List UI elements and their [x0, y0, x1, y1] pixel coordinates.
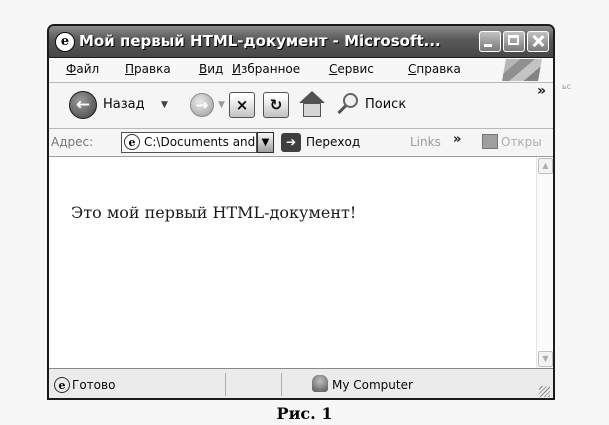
- menu-view[interactable]: Вид: [199, 62, 223, 76]
- back-dropdown-arrow-icon[interactable]: ▼: [161, 100, 168, 110]
- status-text: Готово: [72, 378, 116, 392]
- status-divider: [281, 373, 282, 396]
- stop-icon[interactable]: ×: [229, 92, 255, 118]
- status-page-icon: e: [54, 377, 70, 393]
- menu-file[interactable]: Файл: [66, 62, 99, 76]
- links-chevron-icon[interactable]: »: [453, 132, 461, 147]
- browser-window: e Мой первый HTML-документ - Microsoft..…: [47, 24, 555, 400]
- menu-favorites[interactable]: Избранное: [232, 62, 300, 76]
- search-icon[interactable]: [335, 93, 361, 119]
- back-arrow-icon[interactable]: ←: [69, 91, 97, 119]
- go-button-label[interactable]: Переход: [306, 135, 360, 149]
- windows-flag-icon: [502, 59, 542, 81]
- maximize-button[interactable]: [503, 31, 525, 52]
- title-bar[interactable]: e Мой первый HTML-документ - Microsoft..…: [49, 26, 553, 58]
- minimize-button[interactable]: [479, 31, 501, 52]
- home-icon[interactable]: [298, 91, 326, 119]
- toolbar-overflow-chevron[interactable]: »: [537, 83, 546, 99]
- ie-page-icon: e: [55, 32, 75, 52]
- open-link-label[interactable]: Откры: [501, 135, 542, 149]
- resize-grip[interactable]: [539, 386, 550, 397]
- window-title: Мой первый HTML-документ - Microsoft...: [79, 32, 441, 50]
- document-text: Это мой первый HTML-документ!: [71, 203, 357, 222]
- stray-scan-mark: ьс: [562, 82, 572, 91]
- menu-tools[interactable]: Сервис: [329, 62, 374, 76]
- address-page-icon: e: [124, 134, 140, 150]
- back-button-label[interactable]: Назад: [103, 97, 145, 112]
- security-zone-text: My Computer: [332, 378, 413, 392]
- standard-toolbar: ← Назад ▼ → ▼ × ↻ Поиск »: [49, 83, 553, 129]
- forward-dropdown-arrow-icon[interactable]: ▼: [218, 100, 225, 110]
- address-input[interactable]: e C:\Documents and: [121, 132, 257, 153]
- forward-arrow-icon[interactable]: →: [190, 93, 214, 117]
- menu-edit[interactable]: Правка: [125, 62, 171, 76]
- links-label[interactable]: Links: [410, 135, 441, 149]
- status-bar: e Готово My Computer: [49, 369, 553, 398]
- folder-icon[interactable]: [482, 134, 498, 149]
- figure-caption: Рис. 1: [276, 404, 333, 423]
- scroll-down-icon[interactable]: ▼: [538, 351, 553, 367]
- vertical-scrollbar[interactable]: ▲ ▼: [536, 157, 553, 368]
- address-label: Адрес:: [51, 135, 94, 149]
- go-arrow-icon[interactable]: ➔: [281, 133, 301, 152]
- close-button[interactable]: [527, 31, 549, 52]
- address-bar: Адрес: e C:\Documents and ▼ ➔ Переход Li…: [49, 129, 553, 157]
- menu-help[interactable]: Справка: [408, 62, 461, 76]
- my-computer-icon: [312, 375, 328, 392]
- scroll-up-icon[interactable]: ▲: [538, 158, 553, 174]
- address-dropdown-icon[interactable]: ▼: [257, 132, 274, 153]
- search-button-label[interactable]: Поиск: [365, 97, 406, 112]
- refresh-icon[interactable]: ↻: [263, 92, 289, 118]
- address-value[interactable]: C:\Documents and: [144, 135, 255, 149]
- menu-bar: Файл Правка Вид Избранное Сервис Справка: [49, 58, 553, 83]
- page-content: Это мой первый HTML-документ! ▲ ▼: [49, 157, 553, 369]
- status-divider: [225, 373, 226, 396]
